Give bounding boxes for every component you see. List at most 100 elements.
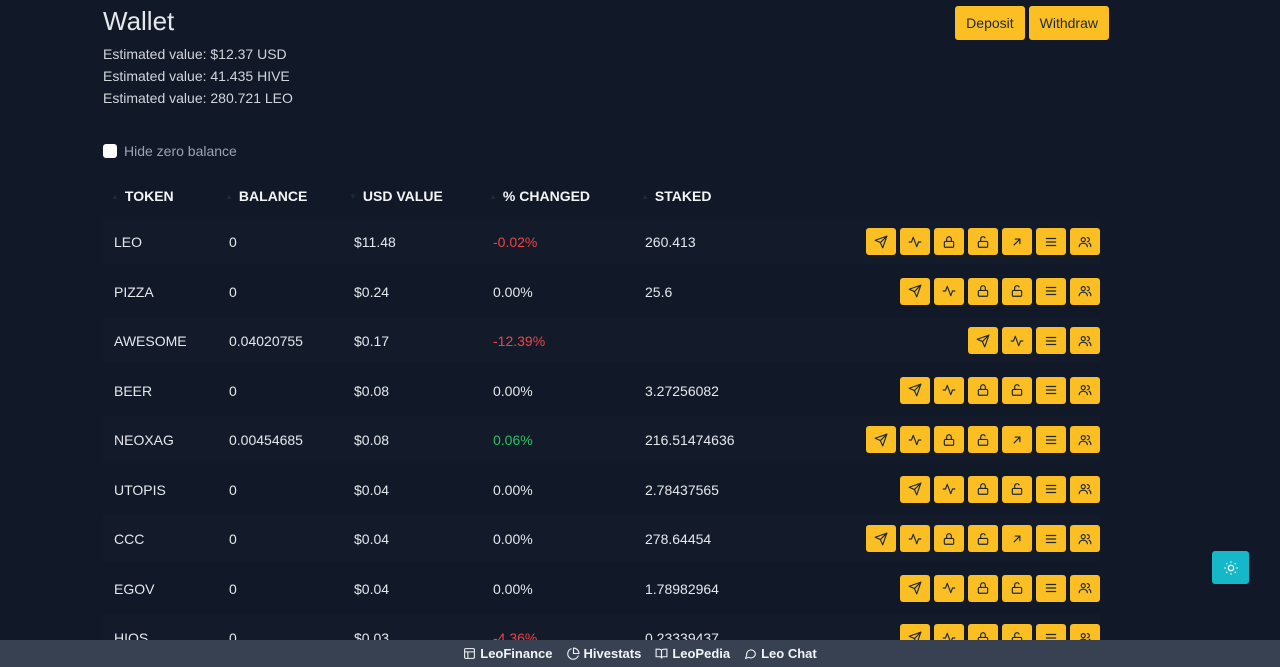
table-row: CCC 0 $0.04 0.00% 278.64454 (103, 515, 1100, 561)
sort-icon: ▲ (111, 191, 119, 201)
chart-button[interactable] (934, 574, 964, 602)
token-name: LEO (114, 234, 143, 250)
unlock-button[interactable] (1002, 574, 1032, 602)
users-button[interactable] (1070, 525, 1100, 552)
chart-button[interactable] (900, 525, 930, 552)
wallet-actions: Deposit Withdraw (955, 6, 1109, 40)
menu-icon (1045, 583, 1057, 593)
token-change: 0.00% (493, 382, 533, 399)
arrow-button[interactable] (1002, 525, 1032, 552)
chart-button[interactable] (934, 277, 964, 305)
token-usd-value: $0.08 (354, 432, 390, 448)
token-balance: 0 (229, 283, 237, 300)
token-usd-value: $0.08 (354, 382, 390, 399)
unlock-button[interactable] (968, 228, 998, 255)
chart-button[interactable] (900, 228, 930, 255)
menu-button[interactable] (1036, 277, 1066, 305)
footer-link-leopedia[interactable]: LeoPedia (655, 646, 730, 661)
users-button[interactable] (1070, 574, 1100, 602)
users-button[interactable] (1070, 327, 1100, 354)
withdraw-button[interactable]: Withdraw (1028, 6, 1109, 40)
arrow-button[interactable] (1002, 426, 1032, 453)
send-button[interactable] (968, 327, 998, 354)
users-icon (1078, 434, 1092, 445)
footer-link-leofinance[interactable]: LeoFinance (463, 646, 553, 661)
table-row: LEO 0 $11.48 -0.02% 260.413 (103, 218, 1100, 264)
lock-button[interactable] (934, 228, 964, 255)
arrow-up-right-icon (1013, 535, 1021, 542)
menu-button[interactable] (1036, 327, 1066, 354)
send-button[interactable] (866, 426, 896, 453)
header-token[interactable]: ▲ TOKEN (111, 188, 174, 204)
token-name: CCC (114, 531, 145, 547)
menu-button[interactable] (1036, 426, 1066, 453)
page-title: Wallet (103, 6, 175, 36)
header-balance[interactable]: ▲ BALANCE (225, 188, 307, 204)
hide-zero-balance-toggle[interactable]: Hide zero balance (103, 143, 237, 159)
arrow-up-right-icon (1013, 436, 1021, 443)
send-icon (874, 235, 888, 248)
send-button[interactable] (866, 228, 896, 255)
unlock-button[interactable] (968, 426, 998, 453)
row-actions (900, 475, 1100, 503)
chart-button[interactable] (934, 475, 964, 503)
lock-icon (977, 483, 989, 495)
send-button[interactable] (900, 475, 930, 503)
token-change: 0.00% (493, 481, 533, 498)
deposit-button[interactable]: Deposit (955, 6, 1025, 40)
token-change: 0.00% (493, 580, 533, 597)
table-row: NEOXAG 0.00454685 $0.08 0.06% 216.51474636 (103, 416, 1100, 462)
unlock-button[interactable] (1002, 376, 1032, 404)
users-icon (1078, 533, 1092, 544)
hide-zero-checkbox[interactable] (103, 144, 117, 158)
row-actions (866, 228, 1100, 255)
lock-icon (943, 235, 955, 248)
menu-button[interactable] (1036, 228, 1066, 255)
lock-button[interactable] (968, 277, 998, 305)
token-change: 0.00% (493, 531, 533, 547)
menu-button[interactable] (1036, 376, 1066, 404)
lock-button[interactable] (934, 525, 964, 552)
unlock-button[interactable] (1002, 475, 1032, 503)
menu-button[interactable] (1036, 525, 1066, 552)
send-button[interactable] (900, 277, 930, 305)
users-button[interactable] (1070, 475, 1100, 503)
lock-button[interactable] (968, 475, 998, 503)
token-name: PIZZA (114, 283, 154, 300)
unlock-button[interactable] (1002, 277, 1032, 305)
send-icon (976, 334, 990, 347)
chart-button[interactable] (1002, 327, 1032, 354)
header-changed[interactable]: ▲ % CHANGED (489, 188, 590, 204)
footer-bar: LeoFinance Hivestats LeoPedia Leo Chat (0, 640, 1280, 667)
send-button[interactable] (900, 376, 930, 404)
estimate-usd: Estimated value: $12.37 USD (103, 46, 287, 62)
users-button[interactable] (1070, 277, 1100, 305)
send-button[interactable] (866, 525, 896, 552)
users-icon (1078, 236, 1092, 247)
token-staked: 216.51474636 (645, 432, 735, 448)
lock-button[interactable] (968, 376, 998, 404)
lock-button[interactable] (934, 426, 964, 453)
footer-link-leo-chat[interactable]: Leo Chat (744, 646, 817, 661)
menu-button[interactable] (1036, 475, 1066, 503)
activity-icon (1010, 335, 1024, 346)
users-button[interactable] (1070, 426, 1100, 453)
footer-link-hivestats[interactable]: Hivestats (566, 646, 641, 661)
unlock-button[interactable] (968, 525, 998, 552)
theme-toggle-button[interactable] (1212, 551, 1249, 584)
arrow-button[interactable] (1002, 228, 1032, 255)
chart-button[interactable] (934, 376, 964, 404)
menu-button[interactable] (1036, 574, 1066, 602)
header-usd-value[interactable]: ▼ USD VALUE (349, 188, 443, 204)
lock-button[interactable] (968, 574, 998, 602)
token-staked: 25.6 (645, 283, 673, 300)
lock-icon (977, 285, 989, 297)
unlock-icon (1011, 483, 1023, 495)
arrow-up-right-icon (1013, 238, 1021, 245)
hide-zero-label: Hide zero balance (124, 143, 237, 159)
header-staked[interactable]: ▲ STAKED (641, 188, 711, 204)
chart-button[interactable] (900, 426, 930, 453)
users-button[interactable] (1070, 376, 1100, 404)
users-button[interactable] (1070, 228, 1100, 255)
send-button[interactable] (900, 574, 930, 602)
